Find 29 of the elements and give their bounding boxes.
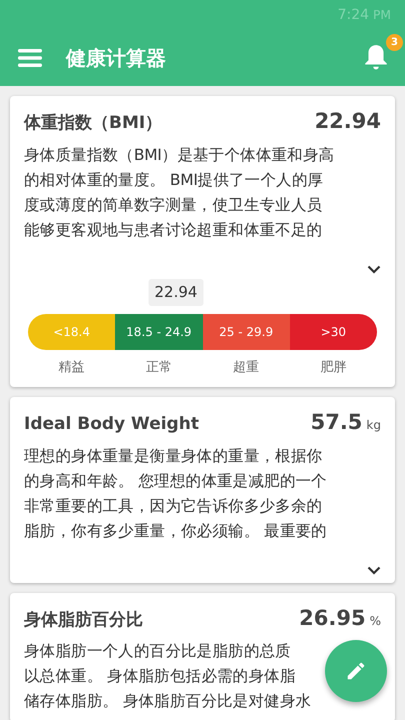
result-value: 22.94 (314, 108, 381, 135)
status-time: 7:24 (338, 6, 370, 24)
category-label: 超重 (232, 358, 260, 376)
range-segment: 18.5 - 24.9 (115, 314, 202, 350)
category-label: 精益 (58, 358, 86, 376)
notification-button[interactable] (363, 43, 389, 71)
expand-button[interactable] (367, 566, 381, 574)
expand-button[interactable] (367, 264, 381, 274)
range-segment: >30 (290, 314, 377, 350)
category-label: 肥胖 (319, 358, 348, 376)
description-text: 身体质量指数（BMI）是基于个体体重和身高 的相对体重的量度。 BMI提供了一个人的厚 度或薄度的简单数字测量，使卫生专业人员 能够更客观地与患者讨论超重和体重不足的 (24, 144, 334, 240)
card-title: Ideal Body Weight (24, 413, 199, 436)
pencil-icon (345, 660, 367, 682)
unit-label: % (370, 612, 381, 630)
result-value: 26.95 (299, 604, 366, 632)
description-text: 身体脂肪一个人的百分比是脂肪的总质 以总体重。 身体脂肪包括必需的身体脂 储存体脂肪。 身体脂肪百分比是对健身水 (24, 641, 312, 712)
card-title: 体重指数（BMI） (24, 112, 162, 135)
category-label: 正常 (144, 358, 173, 376)
range-segment: <18.4 (28, 314, 116, 350)
result-value: 57.5 (310, 409, 362, 436)
status-period: PM (373, 6, 391, 24)
card-title: 身体脂肪百分比 (24, 608, 143, 632)
unit-label: kg (366, 417, 381, 434)
range-segment: 25 - 29.9 (202, 314, 290, 350)
value-marker: 22.94 (148, 279, 204, 306)
description-text: 理想的身体重量是衡量身体的重量，根据你 的身高和年龄。 您理想的体重是减肥的一个 非常重要的工具，因为它告诉你多少多余的 脂肪，你有多少重量，你必须输。 最重要的 (24, 446, 327, 542)
menu-button[interactable] (18, 48, 42, 68)
notification-badge: 3 (386, 34, 403, 51)
app-title: 健康计算器 (66, 45, 167, 72)
